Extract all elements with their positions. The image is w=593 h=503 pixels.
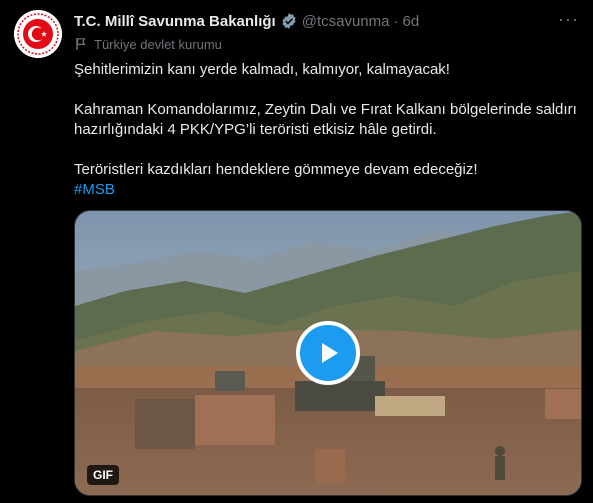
- play-icon: [322, 343, 338, 363]
- separator-dot: ·: [393, 12, 399, 30]
- tweet-header: T.C. Millî Savunma Bakanlığı @tcsavunma …: [74, 9, 579, 31]
- more-options-icon[interactable]: ···: [558, 9, 579, 30]
- tweet-line-1: Şehitlerimizin kanı yerde kalmadı, kalmı…: [74, 61, 450, 78]
- tweet-line-3: Teröristleri kazdıkları hendeklere gömme…: [74, 161, 478, 178]
- flag-icon: [76, 38, 86, 50]
- tweet-timestamp[interactable]: 6d: [402, 13, 419, 30]
- author-handle[interactable]: @tcsavunma: [302, 13, 390, 30]
- account-label-text: Türkiye devlet kurumu: [94, 36, 222, 52]
- verified-badge-icon: [282, 13, 296, 29]
- tweet-line-2: Kahraman Komandolarımız, Zeytin Dalı ve …: [74, 101, 577, 138]
- tweet-text: Şehitlerimizin kanı yerde kalmadı, kalmı…: [74, 60, 580, 200]
- hashtag-link[interactable]: #MSB: [74, 181, 115, 198]
- author-name[interactable]: T.C. Millî Savunma Bakanlığı: [74, 13, 276, 30]
- ministry-seal-icon: [14, 10, 62, 58]
- avatar[interactable]: [14, 10, 62, 58]
- media-gif[interactable]: GIF: [74, 210, 582, 496]
- gif-badge: GIF: [87, 465, 119, 485]
- play-button[interactable]: [296, 321, 360, 385]
- account-label: Türkiye devlet kurumu: [74, 35, 222, 53]
